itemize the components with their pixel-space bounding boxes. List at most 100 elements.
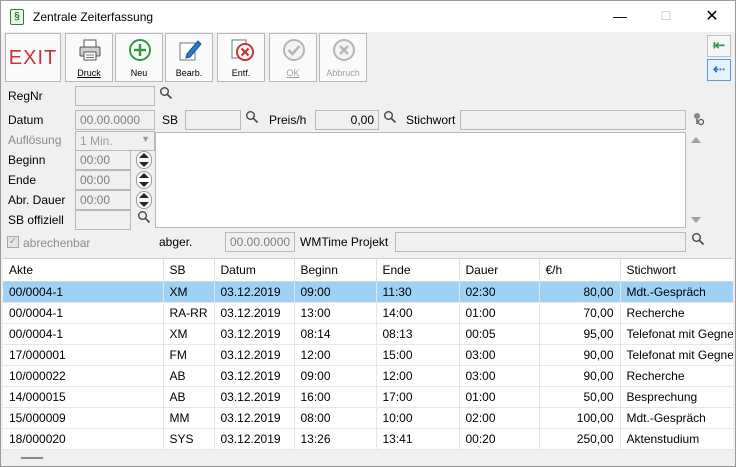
print-button-label: Druck [77, 68, 101, 78]
table-cell: 03.12.2019 [214, 344, 295, 366]
table-row[interactable]: 00/0004-1 XM 03.12.2019 09:00 11:30 02:30 80,0… [3, 281, 733, 303]
datum-input[interactable]: 00.00.0000 [75, 110, 155, 130]
table-row[interactable]: 17/000001 FM 03.12.2019 12:00 15:00 03:00 90,0… [3, 344, 733, 366]
regnr-search-icon[interactable] [156, 86, 176, 106]
table-cell: 70,00 [539, 302, 621, 324]
ende-label: Ende [8, 173, 37, 187]
abger-input[interactable]: 00.00.0000 [225, 232, 295, 252]
maximize-button[interactable]: ☐ [643, 1, 689, 32]
ende-input[interactable]: 00:00 [75, 170, 131, 190]
cancel-icon [333, 39, 355, 61]
ok-button[interactable]: OK [269, 33, 317, 82]
regnr-input[interactable] [75, 86, 155, 106]
table-cell: 03.12.2019 [214, 281, 295, 303]
table-row[interactable]: 00/0004-1 XM 03.12.2019 08:14 08:13 00:05 95,0… [3, 323, 733, 345]
column-header-dauer[interactable]: Dauer [459, 259, 540, 282]
table-cell: 14:00 [376, 302, 460, 324]
minimize-button[interactable]: — [597, 1, 643, 32]
table-cell: 11:30 [376, 281, 460, 303]
sb-offiziell-search-icon[interactable] [134, 210, 154, 230]
wmtime-input[interactable] [395, 232, 686, 252]
table-cell: SYS [163, 428, 215, 450]
table-cell: Telefonat mit Gegner [620, 344, 733, 366]
table-cell: 95,00 [539, 323, 621, 345]
table-horizontal-scrollbar[interactable] [3, 450, 733, 466]
delete-icon [231, 39, 254, 61]
sb-input[interactable] [185, 110, 241, 130]
table-header-row: Akte SB Datum Beginn Ende Dauer €/h Stic… [3, 259, 733, 282]
pencil-icon [179, 40, 202, 61]
table-cell: 09:00 [294, 365, 377, 387]
aufloesung-select[interactable]: 1 Min. ▼ [75, 131, 155, 151]
table-row[interactable]: 14/000015 AB 03.12.2019 16:00 17:00 01:00 50,0… [3, 386, 733, 408]
column-header-sb[interactable]: SB [163, 259, 215, 282]
ende-stepper[interactable] [136, 171, 152, 189]
edit-button[interactable]: Bearb. [165, 33, 213, 82]
preis-search-icon[interactable] [380, 110, 400, 130]
scroll-down-icon[interactable] [691, 217, 701, 223]
notes-scrollbar[interactable] [687, 132, 704, 228]
table-cell: 03.12.2019 [214, 302, 295, 324]
table-cell: 80,00 [539, 281, 621, 303]
table-cell: 100,00 [539, 407, 621, 429]
sb-offiziell-input[interactable] [75, 210, 131, 230]
printer-icon [79, 39, 101, 61]
column-header-beginn[interactable]: Beginn [294, 259, 377, 282]
scroll-up-icon[interactable] [691, 137, 701, 143]
abr-dauer-input[interactable]: 00:00 [75, 190, 131, 210]
table-cell: 08:13 [376, 323, 460, 345]
column-header-preis[interactable]: €/h [539, 259, 621, 282]
table-cell: Mdt.-Gespräch [620, 281, 733, 303]
abr-dauer-label: Abr. Dauer [8, 193, 66, 207]
cancel-button[interactable]: Abbruch [319, 33, 367, 82]
sb-search-icon[interactable] [242, 110, 262, 130]
beginn-stepper[interactable] [136, 151, 152, 169]
new-button[interactable]: Neu [115, 33, 163, 82]
abrechenbar-checkbox[interactable]: ✓ [7, 236, 19, 248]
table-cell: FM [163, 344, 215, 366]
datum-label: Datum [8, 113, 44, 127]
table-cell: XM [163, 323, 215, 345]
table-cell: Recherche [620, 365, 733, 387]
stichwort-input[interactable] [460, 110, 686, 130]
table-cell: MM [163, 407, 215, 429]
print-button[interactable]: Druck [65, 33, 113, 82]
scrollbar-thumb[interactable] [21, 457, 43, 459]
collapse-arrow-icon[interactable]: ⇠ [707, 59, 731, 81]
delete-button[interactable]: Entf. [217, 33, 265, 82]
beginn-label: Beginn [8, 153, 46, 167]
wmtime-label: WMTime Projekt [300, 235, 389, 249]
abr-dauer-stepper[interactable] [136, 191, 152, 209]
table-cell: 14/000015 [3, 386, 164, 408]
table-cell: 03:00 [459, 365, 540, 387]
table-cell: 90,00 [539, 344, 621, 366]
column-header-datum[interactable]: Datum [214, 259, 295, 282]
table-cell: 250,00 [539, 428, 621, 450]
stichwort-lookup-icon[interactable] [688, 110, 708, 130]
notes-textarea[interactable] [155, 132, 686, 228]
table-row[interactable]: 18/000020 SYS 03.12.2019 13:26 13:41 00:20 250… [3, 428, 733, 450]
exit-button[interactable]: EXIT [5, 33, 61, 82]
table-row[interactable]: 00/0004-1 RA-RR 03.12.2019 13:00 14:00 01:00 7… [3, 302, 733, 324]
table-cell: 15:00 [376, 344, 460, 366]
column-header-stichwort[interactable]: Stichwort [620, 259, 733, 282]
preis-input[interactable]: 0,00 [315, 110, 379, 130]
column-header-ende[interactable]: Ende [376, 259, 460, 282]
table-row[interactable]: 10/000022 AB 03.12.2019 09:00 12:00 03:00 90,0… [3, 365, 733, 387]
time-entries-table[interactable]: Akte SB Datum Beginn Ende Dauer €/h Stic… [3, 258, 733, 450]
toolbar: EXIT Druck Neu Bearb. Entf. OK Abbruch ⇤… [1, 32, 735, 84]
close-button[interactable]: ✕ [689, 1, 735, 32]
table-row[interactable]: 15/000009 MM 03.12.2019 08:00 10:00 02:00 100,… [3, 407, 733, 429]
wmtime-search-icon[interactable] [688, 232, 708, 252]
table-cell: 03.12.2019 [214, 386, 295, 408]
column-header-akte[interactable]: Akte [3, 259, 164, 282]
edit-button-label: Bearb. [175, 68, 203, 78]
cancel-button-label: Abbruch [326, 68, 360, 78]
chevron-down-icon: ▼ [141, 134, 150, 144]
table-cell: 16:00 [294, 386, 377, 408]
table-cell: 03.12.2019 [214, 407, 295, 429]
beginn-input[interactable]: 00:00 [75, 150, 131, 170]
app-icon: § [10, 9, 24, 25]
table-cell: 50,00 [539, 386, 621, 408]
back-arrow-icon[interactable]: ⇤ [707, 35, 731, 57]
